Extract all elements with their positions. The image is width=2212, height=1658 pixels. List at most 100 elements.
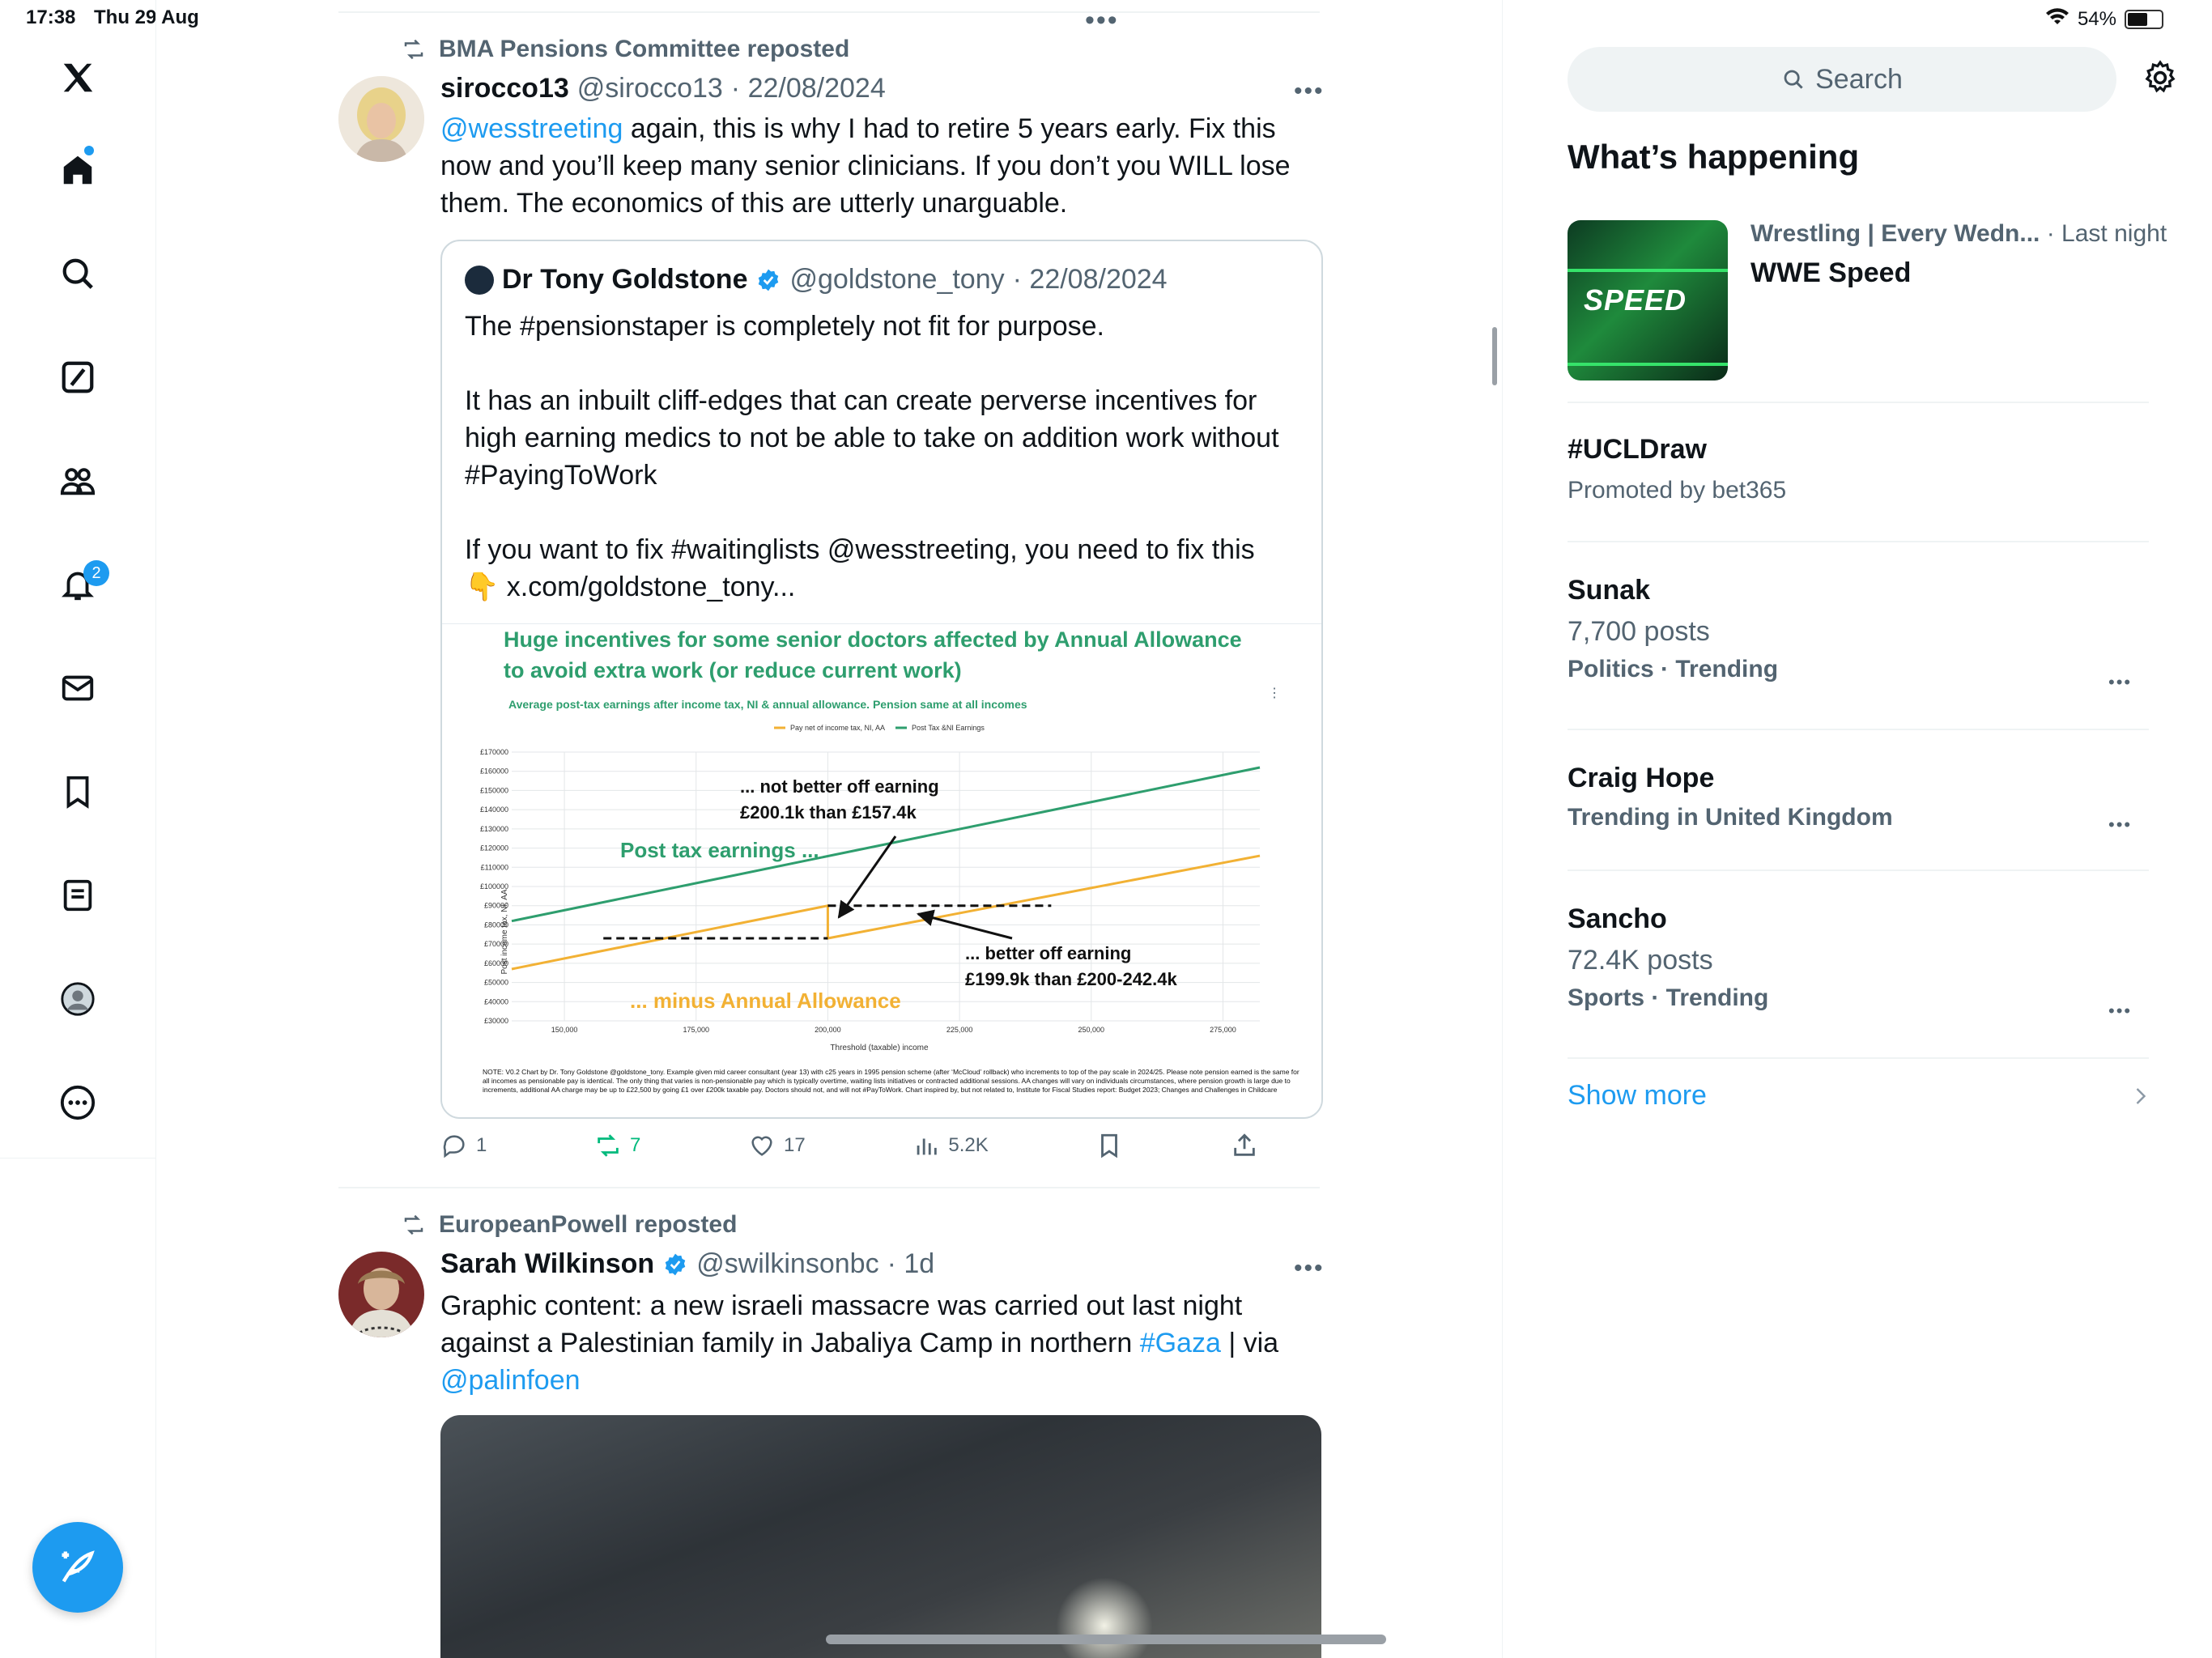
profile-icon[interactable]	[53, 975, 102, 1023]
quote-author-handle[interactable]: @goldstone_tony	[789, 264, 1004, 295]
trend-item-sancho[interactable]: Sancho 72.4K posts Sports · Trending	[1568, 903, 1768, 1012]
x-logo-icon[interactable]	[53, 53, 102, 102]
post1-avatar[interactable]	[338, 76, 424, 162]
trend-meta: Sports · Trending	[1568, 984, 1769, 1011]
reply-count: 1	[476, 1134, 487, 1156]
quote-link[interactable]: x.com/goldstone_tony...	[507, 572, 796, 602]
like-button[interactable]: 17	[748, 1132, 806, 1159]
post1-more-icon[interactable]: •••	[1294, 78, 1325, 105]
show-more-link[interactable]: Show more	[1568, 1080, 1707, 1112]
quote-author-name[interactable]: Dr Tony Goldstone	[502, 264, 747, 295]
trend-more-icon[interactable]: •••	[2108, 814, 2132, 835]
quoted-post-card[interactable]: Dr Tony Goldstone @goldstone_tony · 22/0…	[440, 240, 1323, 1119]
trend-more-icon[interactable]: •••	[2108, 672, 2132, 693]
trend-item-sunak[interactable]: Sunak 7,700 posts Politics · Trending	[1568, 575, 1778, 683]
trend-separator	[1568, 729, 2149, 730]
event-title[interactable]: WWE Speed	[1750, 257, 1911, 289]
chart-xlabel: Threshold (taxable) income	[830, 1044, 929, 1052]
top-more-icon[interactable]: •••	[1085, 5, 1119, 36]
chart-y-ticks: £30000£40000£50000£60000£70000£80000£900…	[480, 748, 508, 1025]
communities-icon[interactable]	[53, 457, 102, 505]
bookmarks-icon[interactable]	[53, 767, 102, 816]
quote-date[interactable]: · 22/08/2024	[1013, 264, 1168, 295]
explore-icon[interactable]	[53, 249, 102, 298]
lists-icon[interactable]	[53, 871, 102, 920]
post1-author-name[interactable]: sirocco13	[440, 73, 569, 104]
repost-count: 7	[630, 1134, 641, 1156]
post2-author-handle[interactable]: @swilkinsonbc	[696, 1248, 878, 1280]
search-placeholder: Search	[1815, 63, 1903, 95]
reply-button[interactable]: 1	[440, 1132, 487, 1159]
home-indicator[interactable]	[826, 1635, 1386, 1644]
thumbnail-text: SPEED	[1584, 283, 1687, 317]
repost-button[interactable]: 7	[594, 1132, 640, 1159]
post1-text-line2: now and you’ll keep many senior clinicia…	[440, 151, 1291, 181]
post1-date[interactable]: · 22/08/2024	[731, 73, 886, 104]
post1-mention[interactable]: @wesstreeting	[440, 113, 623, 144]
share-button[interactable]	[1231, 1132, 1258, 1159]
trend-item-craig-hope[interactable]: Craig Hope Trending in United Kingdom	[1568, 763, 1893, 831]
notifications-badge: 2	[83, 560, 109, 586]
show-more-row[interactable]: Show more	[1568, 1080, 2149, 1112]
annotation-minus-aa: ... minus Annual Allowance	[630, 988, 901, 1013]
quote-avatar[interactable]	[465, 265, 494, 295]
trend-more-icon[interactable]: •••	[2108, 1001, 2132, 1022]
chevron-right-icon	[2136, 1087, 2146, 1104]
views-button[interactable]: 5.2K	[912, 1132, 989, 1159]
home-icon[interactable]	[53, 146, 102, 194]
views-icon	[917, 1138, 938, 1155]
heart-icon	[751, 1136, 772, 1156]
post2-mention[interactable]: @palinfoen	[440, 1362, 1323, 1399]
annotation-not-better: ... not better off earning	[740, 776, 939, 797]
search-icon	[1784, 70, 1803, 89]
y-tick-label: £30000	[484, 1017, 508, 1025]
post2-hashtag[interactable]: #Gaza	[1140, 1328, 1221, 1358]
post1-repost-line: BMA Pensions Committee reposted	[400, 36, 849, 63]
post2-avatar[interactable]	[338, 1252, 424, 1337]
annotation-better-off: ... better off earning	[965, 943, 1131, 963]
more-options-icon[interactable]	[53, 1078, 102, 1127]
pension-chart: Huge incentives for some senior doctors …	[480, 627, 1300, 1094]
bookmark-button[interactable]	[1095, 1132, 1123, 1159]
x-tick-label: 275,000	[1210, 1026, 1236, 1034]
y-tick-label: £40000	[484, 997, 508, 1005]
feed-scrollbar[interactable]	[1492, 327, 1497, 385]
chart-note: NOTE: V0.2 Chart by Dr. Tony Goldstone @…	[483, 1068, 1300, 1094]
post2-more-icon[interactable]: •••	[1294, 1255, 1325, 1282]
y-tick-label: £50000	[484, 979, 508, 987]
wwe-speed-thumbnail[interactable]: SPEED	[1568, 220, 1728, 380]
chart-subtitle: Average post-tax earnings after income t…	[508, 698, 1027, 711]
reply-icon	[443, 1135, 465, 1158]
trend-title: Sunak	[1568, 575, 1651, 606]
quote-line2: It has an inbuilt cliff-edges that can c…	[465, 385, 1257, 416]
trend-title: Craig Hope	[1568, 763, 1715, 793]
trend-separator	[1568, 1057, 2149, 1059]
x-tick-label: 175,000	[683, 1026, 709, 1034]
compose-button[interactable]	[32, 1522, 123, 1613]
trend-meta: Politics · Trending	[1568, 656, 1779, 682]
like-count: 17	[784, 1134, 806, 1156]
post2-media[interactable]	[440, 1415, 1321, 1658]
post1-text: @wesstreeting again, this is why I had t…	[440, 110, 1323, 222]
quote-line5: If you want to fix #waitinglists @wesstr…	[465, 534, 1255, 565]
status-right: 54%	[2045, 6, 2163, 32]
verified-badge-icon	[665, 1253, 686, 1275]
search-input[interactable]: Search	[1568, 47, 2116, 112]
grok-icon[interactable]	[53, 353, 102, 402]
post2-date[interactable]: · 1d	[887, 1248, 935, 1280]
post2-text: Graphic content: a new israeli massacre …	[440, 1287, 1323, 1399]
annotation-post-tax: Post tax earnings ...	[620, 838, 819, 862]
settings-icon[interactable]	[2141, 58, 2180, 101]
post1-repost-label[interactable]: BMA Pensions Committee reposted	[439, 36, 849, 63]
chart-title-line2: to avoid extra work (or reduce current w…	[504, 658, 962, 682]
quote-line4: #PayingToWork	[465, 460, 657, 491]
x-tick-label: 150,000	[551, 1026, 578, 1034]
post2-author-name[interactable]: Sarah Wilkinson	[440, 1248, 654, 1280]
post1-author-handle[interactable]: @sirocco13	[577, 73, 723, 104]
post2-header: Sarah Wilkinson @swilkinsonbc · 1d	[440, 1248, 934, 1280]
chart-image[interactable]: Huge incentives for some senior doctors …	[442, 623, 1321, 1117]
post2-text-line2a: against a Palestinian family in Jabaliya…	[440, 1328, 1140, 1358]
trend-item-ucldraw[interactable]: #UCLDraw Promoted by bet365	[1568, 434, 1786, 504]
messages-icon[interactable]	[53, 664, 102, 712]
post2-repost-label[interactable]: EuropeanPowell reposted	[439, 1211, 737, 1239]
